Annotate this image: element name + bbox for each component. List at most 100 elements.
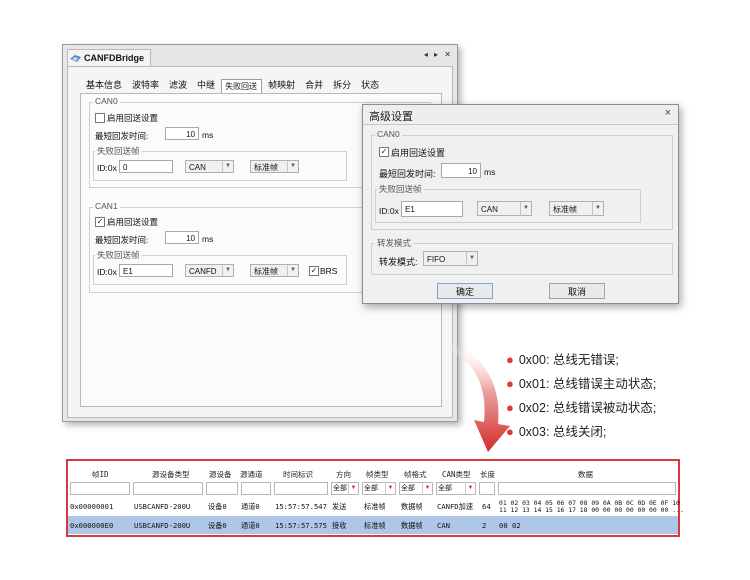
table-row[interactable]: 0x00000001 USBCANFD-200U 设备0 通道0 15:57:5… (68, 497, 684, 515)
filter-src-channel[interactable] (241, 482, 271, 495)
dialog-can0-enable-checkbox[interactable]: ✓ (379, 147, 389, 157)
list-item: ● 0x00: 总线无错误; (506, 352, 619, 367)
col-length[interactable]: 长度 (480, 469, 495, 480)
col-src-device-type[interactable]: 源设备类型 (152, 469, 190, 480)
can0-min-resend-input[interactable]: 10 (165, 127, 199, 140)
close-icon[interactable]: × (665, 107, 671, 119)
chevron-down-icon: ▼ (385, 483, 395, 494)
can1-format-value: 标准帧 (254, 267, 278, 276)
dialog-format-value: 标准帧 (553, 205, 577, 214)
advanced-settings-dialog: 高级设置 × CAN0 ✓ 启用回送设置 最短回发时间: 10 ms 失败回送帧… (362, 104, 679, 304)
can1-type-value: CANFD (189, 267, 217, 276)
dialog-titlebar: 高级设置 × (363, 105, 678, 125)
filter-can-type[interactable]: 全部 ▼ (436, 482, 476, 495)
chevron-down-icon: ▼ (520, 202, 531, 215)
ok-button[interactable]: 确定 (437, 283, 493, 299)
can0-group-label: CAN0 (93, 96, 120, 106)
filter-frame-id[interactable] (70, 482, 130, 495)
bullet-icon: ● (506, 400, 514, 415)
dialog-fail-frame-label: 失败回送帧 (377, 183, 424, 195)
forward-mode-label: 转发模式: (379, 257, 418, 267)
can1-unit-label: ms (202, 234, 214, 244)
tab-status[interactable]: 状态 (357, 79, 383, 92)
can0-fail-frame-label: 失败回送帧 (95, 145, 142, 157)
dialog-can0-min-resend-label: 最短回发时间: (379, 169, 436, 179)
cancel-button[interactable]: 取消 (549, 283, 605, 299)
col-src-channel[interactable]: 源通道 (240, 469, 263, 480)
table-row[interactable]: 0x000000E0 USBCANFD-200U 设备0 通道0 15:57:5… (68, 516, 678, 534)
chevron-down-icon: ▼ (466, 252, 477, 265)
can1-id-input[interactable]: E1 (119, 264, 173, 277)
tab-merge[interactable]: 合并 (301, 79, 327, 92)
frame-table: 帧ID 源设备类型 源设备 源通道 时间标识 方向 帧类型 帧格式 CAN类型 … (66, 459, 684, 537)
can1-type-select[interactable]: CANFD ▼ (185, 264, 234, 277)
col-frame-format[interactable]: 帧格式 (404, 469, 427, 480)
window-controls[interactable]: ◂ ▸ ✕ (424, 50, 453, 59)
filter-length[interactable] (479, 482, 495, 495)
can0-type-select[interactable]: CAN ▼ (185, 160, 234, 173)
dialog-title: 高级设置 (369, 111, 413, 123)
can0-unit-label: ms (202, 130, 214, 140)
dialog-can0-unit-label: ms (484, 167, 496, 177)
app-logo-icon (70, 54, 81, 62)
window-tab[interactable]: CANFDBridge (67, 49, 151, 66)
col-direction[interactable]: 方向 (336, 469, 351, 480)
can0-id-label: ID:0x (97, 163, 117, 173)
can0-enable-checkbox[interactable] (95, 113, 105, 123)
window-title: CANFDBridge (84, 53, 144, 63)
forward-mode-select[interactable]: FIFO ▼ (423, 251, 478, 266)
can0-format-value: 标准帧 (254, 163, 278, 172)
tab-frame-map[interactable]: 帧映射 (264, 79, 299, 92)
can1-brs-checkbox[interactable]: ✓ (309, 266, 319, 276)
col-src-device[interactable]: 源设备 (209, 469, 232, 480)
can1-id-label: ID:0x (97, 267, 117, 277)
bullet-icon: ● (506, 376, 514, 391)
bullet-icon: ● (506, 424, 514, 439)
can1-min-resend-input[interactable]: 10 (165, 231, 199, 244)
filter-src-device[interactable] (206, 482, 238, 495)
col-timestamp[interactable]: 时间标识 (283, 469, 313, 480)
chevron-down-icon: ▼ (287, 265, 298, 276)
chevron-down-icon: ▼ (287, 161, 298, 172)
tab-filter[interactable]: 滤波 (165, 79, 191, 92)
can1-enable-checkbox[interactable]: ✓ (95, 217, 105, 227)
can0-type-value: CAN (189, 163, 206, 172)
tab-relay[interactable]: 中继 (193, 79, 219, 92)
chevron-down-icon: ▼ (422, 483, 432, 494)
dialog-type-value: CAN (481, 205, 498, 214)
filter-frame-format[interactable]: 全部 ▼ (399, 482, 433, 495)
can0-enable-label: 启用回送设置 (107, 113, 159, 123)
tab-split[interactable]: 拆分 (329, 79, 355, 92)
filter-src-device-type[interactable] (133, 482, 203, 495)
col-data[interactable]: 数据 (578, 469, 593, 480)
chevron-down-icon: ▼ (222, 265, 233, 276)
chevron-down-icon: ▼ (348, 483, 358, 494)
dialog-can0-min-resend-input[interactable]: 10 (441, 163, 481, 178)
can1-min-resend-label: 最短回发时间: (95, 235, 149, 245)
filter-data[interactable] (498, 482, 676, 495)
tab-fail-resend[interactable]: 失败回送 (221, 79, 263, 93)
can1-fail-frame-label: 失败回送帧 (95, 249, 142, 261)
can0-format-select[interactable]: 标准帧 ▼ (250, 160, 299, 173)
list-item: ● 0x03: 总线关闭; (506, 424, 607, 439)
dialog-type-select[interactable]: CAN ▼ (477, 201, 532, 216)
dialog-format-select[interactable]: 标准帧 ▼ (549, 201, 604, 216)
dialog-id-input[interactable]: E1 (401, 201, 463, 217)
filter-frame-type[interactable]: 全部 ▼ (362, 482, 396, 495)
dialog-can0-group-label: CAN0 (375, 129, 402, 139)
col-frame-id[interactable]: 帧ID (92, 469, 109, 480)
can1-format-select[interactable]: 标准帧 ▼ (250, 264, 299, 277)
filter-timestamp[interactable] (274, 482, 328, 495)
can1-group-label: CAN1 (93, 201, 120, 211)
tab-baud-rate[interactable]: 波特率 (128, 79, 163, 92)
col-can-type[interactable]: CAN类型 (442, 469, 471, 480)
can1-brs-label: BRS (320, 266, 338, 276)
col-frame-type[interactable]: 帧类型 (366, 469, 389, 480)
filter-direction[interactable]: 全部 ▼ (331, 482, 359, 495)
chevron-down-icon: ▼ (592, 202, 603, 215)
chevron-down-icon: ▼ (222, 161, 233, 172)
list-item: ● 0x01: 总线错误主动状态; (506, 376, 657, 391)
list-item: ● 0x02: 总线错误被动状态; (506, 400, 657, 415)
can0-id-input[interactable]: 0 (119, 160, 173, 173)
tab-basic-info[interactable]: 基本信息 (82, 79, 126, 92)
